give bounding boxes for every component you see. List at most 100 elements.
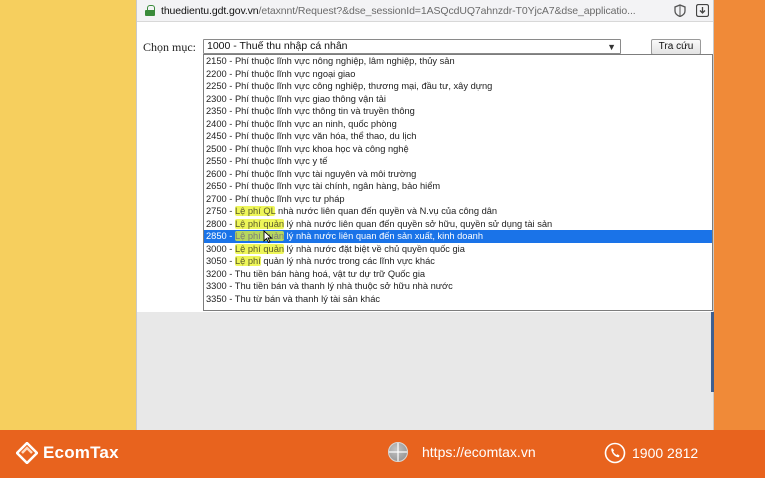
option-label: Phí thuộc lĩnh vực văn hóa, thể thao, du… [234,131,417,141]
option-label: nhà nước liên quan đến quyền và N.vụ của… [275,206,498,216]
option-separator: - [226,268,235,279]
option-separator: - [226,206,235,216]
footer-banner: EcomTax https://ecomtax.vn 1900 2812 [0,430,765,478]
option-separator: - [226,293,235,304]
dropdown-option[interactable]: 2450 - Phí thuộc lĩnh vực văn hóa, thể t… [204,130,712,143]
option-code: 2750 [206,206,227,216]
option-label: lý nhà nước đặt biệt về chủ quyền quốc g… [284,243,465,254]
option-code: 2250 [206,81,227,91]
ecomtax-logo-icon [15,441,39,465]
download-icon[interactable] [694,3,710,19]
dropdown-option[interactable]: 2400 - Phí thuộc lĩnh vực an ninh, quốc … [204,118,712,131]
option-code: 2600 [206,168,227,179]
dropdown-option[interactable]: 2500 - Phí thuộc lĩnh vực khoa học và cô… [204,143,712,156]
option-label: lý nhà nước liên quan đến quyền sở hữu, … [284,218,553,229]
brand-name: EcomTax [43,443,119,462]
option-separator: - [226,231,235,241]
option-separator: - [226,168,235,179]
option-separator: - [226,181,235,191]
dropdown-option[interactable]: 2150 - Phí thuộc lĩnh vực nông nghiệp, l… [204,55,712,68]
option-label: lý nhà nước liên quan đến sản xuất, kinh… [284,231,483,241]
option-label: Phí thuộc lĩnh vực an ninh, quốc phòng [234,118,397,129]
dropdown-option[interactable]: 3050 - Lệ phí quản lý nhà nước trong các… [204,255,712,268]
website-info: https://ecomtax.vn [388,442,536,462]
option-code: 3350 [206,293,227,304]
dropdown-option[interactable]: 2700 - Phí thuộc lĩnh vực tư pháp [204,193,712,206]
dropdown-option[interactable]: 3300 - Thu tiền bán và thanh lý nhà thuộ… [204,280,712,293]
option-code: 2450 [206,131,227,141]
dropdown-option[interactable]: 2350 - Phí thuộc lĩnh vực thông tin và t… [204,105,712,118]
scrollbar[interactable] [711,312,714,392]
option-code: 2400 [206,118,227,129]
option-separator: - [226,218,235,229]
dropdown-option[interactable]: 2250 - Phí thuộc lĩnh vực công nghiệp, t… [204,80,712,93]
browser-window: thuedientu.gdt.gov.vn/etaxnnt/Request?&d… [136,0,714,430]
option-code: 2300 [206,93,227,104]
option-code: 2800 [206,218,227,229]
background-right-panel [713,0,765,430]
address-bar[interactable]: thuedientu.gdt.gov.vn/etaxnnt/Request?&d… [137,0,713,22]
website-url[interactable]: https://ecomtax.vn [422,444,536,460]
option-code: 2350 [206,106,227,116]
globe-icon [388,442,408,462]
option-separator: - [226,68,235,79]
option-code: 3050 [206,256,227,266]
option-label: Phí thuộc lĩnh vực giao thông vận tải [234,93,386,104]
option-label: Phí thuộc lĩnh vực y tế [234,156,328,166]
dropdown-option[interactable]: 2600 - Phí thuộc lĩnh vực tài nguyên và … [204,168,712,181]
option-label: Phí thuộc lĩnh vực tài chính, ngân hàng,… [234,181,441,191]
option-separator: - [226,118,235,129]
option-label: Thu tiền bán hàng hoá, vật tư dự trữ Quố… [234,268,426,279]
option-code: 3200 [206,268,227,279]
brand: EcomTax [15,441,119,465]
mouse-pointer-icon [263,230,273,243]
background-left-panel [0,0,140,430]
phone-info: 1900 2812 [604,442,698,464]
dropdown-option[interactable]: 3200 - Thu tiền bán hàng hoá, vật tư dự … [204,268,712,281]
dropdown-option[interactable]: 2750 - Lệ phí QL nhà nước liên quan đến … [204,205,712,218]
option-label: Phí thuộc lĩnh vực công nghiệp, thương m… [234,81,493,91]
url-host: thuedientu.gdt.gov.vn [161,4,259,17]
search-button[interactable]: Tra cứu [651,39,701,55]
option-code: 3000 [206,243,227,254]
option-code: 3300 [206,281,227,291]
category-dropdown-list[interactable]: 2150 - Phí thuộc lĩnh vực nông nghiệp, l… [203,54,713,311]
option-separator: - [226,131,235,141]
chevron-down-icon[interactable]: ▼ [607,41,616,54]
option-separator: - [226,56,235,66]
option-separator: - [226,106,235,116]
option-label: Phí thuộc lĩnh vực tài nguyên và môi trư… [234,168,417,179]
option-label: Phí thuộc lĩnh vực tư pháp [234,193,345,204]
phone-icon [604,442,626,464]
option-separator: - [226,81,235,91]
highlighted-text: Lệ phí QL [234,206,276,216]
option-code: 2500 [206,143,227,154]
highlighted-text: Lệ phí quản [234,218,285,229]
dropdown-option[interactable]: 2800 - Lệ phí quản lý nhà nước liên quan… [204,218,712,231]
dropdown-option[interactable]: 2550 - Phí thuộc lĩnh vực y tế [204,155,712,168]
option-label: quản lý nhà nước trong các lĩnh vực khác [260,256,435,266]
dropdown-option[interactable]: 2650 - Phí thuộc lĩnh vực tài chính, ngâ… [204,180,712,193]
dropdown-option[interactable]: 3350 - Thu từ bán và thanh lý tài sản kh… [204,293,712,306]
option-separator: - [226,156,235,166]
dropdown-option[interactable]: 3000 - Lệ phí quản lý nhà nước đặt biệt … [204,243,712,256]
option-separator: - [226,93,235,104]
phone-number[interactable]: 1900 2812 [632,445,698,461]
dropdown-option[interactable]: 2850 - Lệ phí quản lý nhà nước liên quan… [204,230,712,243]
url-text[interactable]: thuedientu.gdt.gov.vn/etaxnnt/Request?&d… [161,5,666,17]
option-separator: - [226,281,235,291]
option-label: Thu từ bán và thanh lý tài sản khác [234,293,381,304]
option-separator: - [226,143,235,154]
dropdown-option[interactable]: 2300 - Phí thuộc lĩnh vực giao thông vận… [204,93,712,106]
select-category-label: Chọn mục: [143,40,196,54]
option-separator: - [226,243,235,254]
highlighted-text: Lệ phí [234,256,261,266]
shield-icon[interactable] [672,3,688,19]
option-label: Phí thuộc lĩnh vực nông nghiệp, lâm nghi… [234,56,455,66]
option-label: Phí thuộc lĩnh vực ngoại giao [234,68,356,79]
category-select[interactable]: 1000 - Thuế thu nhập cá nhân ▼ [203,39,621,54]
dropdown-option[interactable]: 2200 - Phí thuộc lĩnh vực ngoại giao [204,68,712,81]
option-code: 2200 [206,68,227,79]
option-code: 2150 [206,56,227,66]
lock-icon [145,5,155,16]
